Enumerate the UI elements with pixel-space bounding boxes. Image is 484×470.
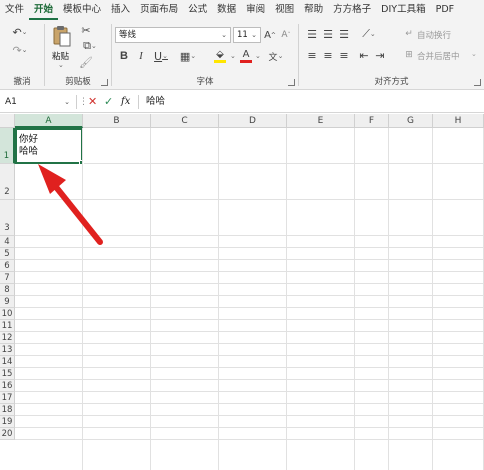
formula-input[interactable]: 哈哈: [146, 94, 165, 110]
menu-item[interactable]: 帮助: [299, 0, 328, 20]
align-center-icon[interactable]: ≡: [321, 48, 335, 62]
ribbon: ↶ ⌄ ↷ ⌄ 撤消 粘贴 ⌄ ✂ ⧉ ⌄ 🖌 剪贴板 等线 ⌄ 11 ⌄ A ^: [0, 20, 484, 90]
increase-font-icon[interactable]: A ^: [263, 27, 277, 43]
menu-bar: 文件 开始 模板中心 插入 页面布局 公式 数据 审阅 视图 帮助 方方格子 DIY工具箱 PDF: [0, 0, 484, 20]
chevron-down-icon: ⌄: [64, 98, 70, 106]
font-launcher-icon[interactable]: [288, 79, 295, 86]
menu-item[interactable]: 开始: [29, 0, 59, 20]
menu-item[interactable]: 页面布局: [135, 0, 183, 20]
name-box[interactable]: A1 ⌄: [2, 94, 72, 110]
align-middle-icon[interactable]: ☰: [321, 27, 335, 41]
bold-icon[interactable]: B: [117, 48, 131, 64]
chevron-down-icon: ⌄: [221, 31, 227, 39]
clipboard-launcher-icon[interactable]: [101, 79, 108, 86]
font-name-value: 等线: [119, 30, 137, 40]
font-color-icon[interactable]: A: [238, 47, 254, 65]
italic-icon[interactable]: I: [134, 48, 148, 64]
font-size-select[interactable]: 11 ⌄: [233, 27, 261, 43]
alignment-group: ☰ ☰ ☰ ⟋ ⌄ ≡ ≡ ≡ ⇤ ⇥ ↵ 自动换行 ⊞ 合并后居中 ⌄ 对齐方式: [299, 20, 484, 90]
annotation-arrow: [38, 164, 103, 245]
cut-icon[interactable]: ✂: [79, 23, 93, 37]
undo-group-label: 撤消: [13, 77, 31, 87]
format-painter-icon[interactable]: 🖌: [79, 55, 93, 69]
wrap-text-icon: ↵: [405, 29, 413, 39]
more-icon[interactable]: ⋮: [79, 94, 88, 110]
menu-item[interactable]: 插入: [106, 0, 135, 20]
font-group-label: 字体: [196, 77, 214, 87]
align-bottom-icon[interactable]: ☰: [337, 27, 351, 41]
menu-item[interactable]: 视图: [270, 0, 299, 20]
decrease-font-icon[interactable]: Aˇ: [279, 27, 293, 43]
menu-item[interactable]: 数据: [212, 0, 241, 20]
chevron-down-icon: ⌄: [251, 31, 257, 39]
fill-color-dropdown-icon[interactable]: ⌄: [230, 52, 236, 60]
undo-group: ↶ ⌄ ↷ ⌄ 撤消: [0, 20, 44, 90]
menu-item[interactable]: 审阅: [241, 0, 270, 20]
orientation-icon[interactable]: ⟋ ⌄: [357, 27, 381, 41]
menu-item[interactable]: DIY工具箱: [376, 0, 430, 20]
name-box-value: A1: [5, 97, 17, 107]
insert-function-icon[interactable]: fx: [121, 94, 130, 110]
clipboard-group: 粘贴 ⌄ ✂ ⧉ ⌄ 🖌 剪贴板: [45, 20, 111, 90]
font-size-value: 11: [237, 30, 248, 40]
font-name-select[interactable]: 等线 ⌄: [115, 27, 231, 43]
copy-icon[interactable]: ⧉ ⌄: [79, 39, 101, 53]
undo-icon[interactable]: ↶ ⌄: [10, 24, 30, 40]
wrap-text-button[interactable]: 自动换行: [417, 29, 451, 41]
underline-icon[interactable]: U ⌄: [150, 48, 172, 64]
menu-item[interactable]: 公式: [183, 0, 212, 20]
alignment-group-label: 对齐方式: [374, 77, 409, 87]
merge-center-icon: ⊞: [405, 50, 413, 60]
paste-icon[interactable]: [51, 24, 73, 48]
menu-item[interactable]: 模板中心: [58, 0, 106, 20]
cancel-icon[interactable]: ✕: [88, 94, 97, 110]
redo-icon[interactable]: ↷ ⌄: [10, 42, 30, 58]
phonetic-icon[interactable]: 文 ⌄: [264, 48, 288, 64]
menu-item[interactable]: 文件: [0, 0, 29, 20]
menu-item[interactable]: 方方格子: [328, 0, 376, 20]
worksheet-grid: ABCDEFGH 1 2 3 4 5 6 7 8 9 10 11 12 13 14 15 16 17 18 19 20…: [0, 114, 484, 470]
align-left-icon[interactable]: ≡: [305, 48, 319, 62]
align-right-icon[interactable]: ≡: [337, 48, 351, 62]
borders-icon[interactable]: ▦ ⌄: [176, 48, 200, 64]
merge-center-button[interactable]: 合并后居中: [417, 50, 460, 62]
menu-item[interactable]: PDF: [431, 0, 460, 20]
alignment-launcher-icon[interactable]: [474, 79, 481, 86]
paste-dropdown-icon[interactable]: ⌄: [58, 61, 64, 69]
fill-color-icon[interactable]: ⬙: [208, 47, 232, 65]
increase-indent-icon[interactable]: ⇥: [373, 48, 387, 62]
merge-dropdown-icon[interactable]: ⌄: [471, 50, 477, 58]
decrease-indent-icon[interactable]: ⇤: [357, 48, 371, 62]
formula-bar: A1 ⌄ ⋮ ✕ ✓ fx 哈哈: [0, 91, 484, 113]
align-top-icon[interactable]: ☰: [305, 27, 319, 41]
enter-icon[interactable]: ✓: [104, 94, 113, 110]
font-color-dropdown-icon[interactable]: ⌄: [255, 52, 261, 60]
font-group: 等线 ⌄ 11 ⌄ A ^ Aˇ B I U ⌄ ▦ ⌄ ⬙ ⌄ A ⌄ 文 ⌄ 字体: [112, 20, 298, 90]
